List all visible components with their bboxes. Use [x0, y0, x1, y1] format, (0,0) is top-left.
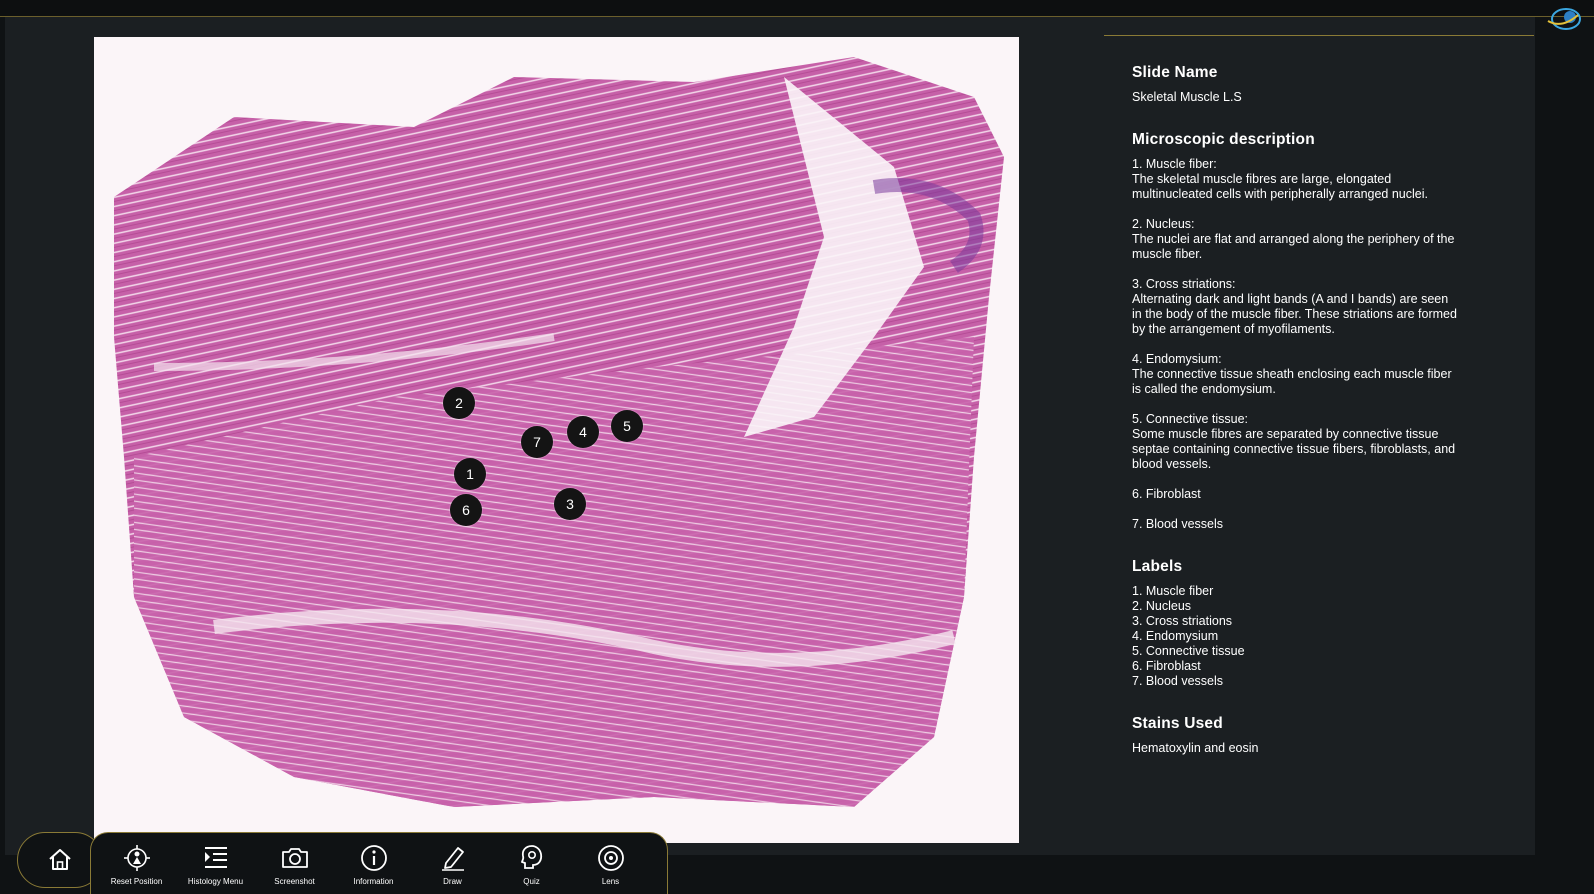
micro-description-heading: Microscopic description	[1132, 131, 1315, 148]
lens-icon	[594, 841, 628, 875]
tool-label: Reset Position	[110, 877, 163, 886]
information-button[interactable]: Information	[334, 841, 413, 894]
label-item: 5. Connective tissue	[1132, 644, 1245, 658]
home-icon	[49, 849, 71, 870]
label-item: 2. Nucleus	[1132, 599, 1192, 613]
info-panel: Slide Name Skeletal Muscle L.S Microscop…	[1104, 35, 1534, 851]
draw-button[interactable]: Draw	[413, 841, 492, 894]
tool-label: Lens	[601, 877, 620, 886]
slide-name-heading: Slide Name	[1132, 64, 1218, 81]
micro-item-1: 1. Muscle fiber: The skeletal muscle fib…	[1132, 157, 1428, 201]
label-item: 4. Endomysium	[1132, 629, 1219, 643]
micro-item-2: 2. Nucleus: The nuclei are flat and arra…	[1132, 217, 1455, 261]
tool-label: Information	[353, 877, 394, 886]
stains-value: Hematoxylin and eosin	[1132, 741, 1259, 755]
info-icon	[357, 841, 391, 875]
lens-button[interactable]: Lens	[571, 841, 650, 894]
tissue-image	[94, 37, 1019, 843]
label-item: 6. Fibroblast	[1132, 659, 1201, 673]
label-item: 1. Muscle fiber	[1132, 584, 1214, 598]
bottom-toolbar: Reset Position Histology Menu Screenshot	[90, 832, 668, 894]
marker-2[interactable]: 2	[443, 387, 475, 419]
reset-position-button[interactable]: Reset Position	[97, 841, 176, 894]
slide-name: Skeletal Muscle L.S	[1132, 90, 1242, 104]
stains-heading: Stains Used	[1132, 715, 1223, 732]
marker-7[interactable]: 7	[521, 426, 553, 458]
quiz-button[interactable]: Quiz	[492, 841, 571, 894]
tool-label: Quiz	[523, 877, 540, 886]
labels-heading: Labels	[1132, 558, 1183, 575]
screenshot-button[interactable]: Screenshot	[255, 841, 334, 894]
label-item: 7. Blood vessels	[1132, 674, 1224, 688]
tool-label: Histology Menu	[187, 877, 244, 886]
quiz-icon	[515, 841, 549, 875]
top-bar	[0, 0, 1594, 17]
micro-item-6: 6. Fibroblast	[1132, 487, 1201, 501]
micro-item-5: 5. Connective tissue: Some muscle fibres…	[1132, 412, 1456, 471]
tool-label: Screenshot	[274, 877, 315, 886]
marker-1[interactable]: 1	[454, 458, 486, 490]
marker-6[interactable]: 6	[450, 494, 482, 526]
marker-5[interactable]: 5	[611, 410, 643, 442]
camera-icon	[278, 841, 312, 875]
pen-icon	[436, 841, 470, 875]
reset-position-icon	[120, 841, 154, 875]
tool-label: Draw	[443, 877, 462, 886]
marker-4[interactable]: 4	[567, 416, 599, 448]
micro-item-7: 7. Blood vessels	[1132, 517, 1224, 531]
micro-item-4: 4. Endomysium: The connective tissue she…	[1132, 352, 1452, 396]
menu-list-icon	[199, 841, 233, 875]
app-logo	[1542, 5, 1582, 33]
histology-menu-button[interactable]: Histology Menu	[176, 841, 255, 894]
marker-3[interactable]: 3	[554, 488, 586, 520]
label-item: 3. Cross striations	[1132, 614, 1233, 628]
micro-item-3: 3. Cross striations: Alternating dark an…	[1132, 277, 1457, 336]
slide-viewer[interactable]: 1 2 3 4 5 6 7	[94, 37, 1019, 843]
